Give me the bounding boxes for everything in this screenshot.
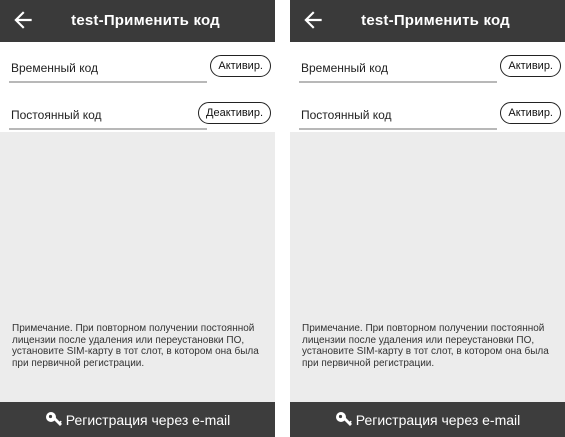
- key-icon: [45, 412, 62, 426]
- activate-permanent-button[interactable]: Активир.: [500, 102, 561, 124]
- email-registration-content: Регистрация через e-mail: [0, 411, 275, 428]
- temporary-code-input[interactable]: Временный код: [299, 57, 497, 83]
- email-registration-label: Регистрация через e-mail: [355, 412, 521, 428]
- screen-right: test-Применить код Временный код Активир…: [290, 0, 565, 437]
- permanent-code-label: Постоянный код: [301, 108, 392, 122]
- email-registration-button[interactable]: Регистрация через e-mail: [290, 402, 565, 437]
- permanent-code-input[interactable]: Постоянный код: [9, 104, 207, 130]
- code-form: Временный код Активир. Постоянный код Ак…: [290, 42, 565, 132]
- permanent-code-row: Постоянный код Деактивир.: [0, 98, 275, 136]
- activate-temporary-button[interactable]: Активир.: [210, 55, 271, 77]
- screen-left: test-Применить код Временный код Активир…: [0, 0, 275, 437]
- email-registration-label: Регистрация через e-mail: [65, 412, 231, 428]
- note-text: Примечание. При повторном получении пост…: [12, 323, 259, 369]
- deactivate-permanent-button[interactable]: Деактивир.: [198, 102, 271, 124]
- permanent-code-input[interactable]: Постоянный код: [299, 104, 497, 130]
- app-bar: test-Применить код: [0, 0, 275, 42]
- page-title: test-Применить код: [361, 12, 510, 29]
- email-registration-content: Регистрация через e-mail: [290, 411, 565, 428]
- email-registration-button[interactable]: Регистрация через e-mail: [0, 402, 275, 437]
- temporary-code-input[interactable]: Временный код: [9, 57, 207, 83]
- permanent-code-row: Постоянный код Активир.: [290, 98, 565, 136]
- code-form: Временный код Активир. Постоянный код Де…: [0, 42, 275, 132]
- key-icon: [335, 412, 352, 426]
- permanent-code-label: Постоянный код: [11, 108, 102, 122]
- temporary-code-label: Временный код: [301, 61, 388, 75]
- activate-temporary-button[interactable]: Активир.: [500, 55, 561, 77]
- temporary-code-row: Временный код Активир.: [290, 51, 565, 89]
- temporary-code-label: Временный код: [11, 61, 98, 75]
- app-bar: test-Применить код: [290, 0, 565, 42]
- page-title: test-Применить код: [71, 12, 220, 29]
- temporary-code-row: Временный код Активир.: [0, 51, 275, 89]
- note-text: Примечание. При повторном получении пост…: [302, 323, 549, 369]
